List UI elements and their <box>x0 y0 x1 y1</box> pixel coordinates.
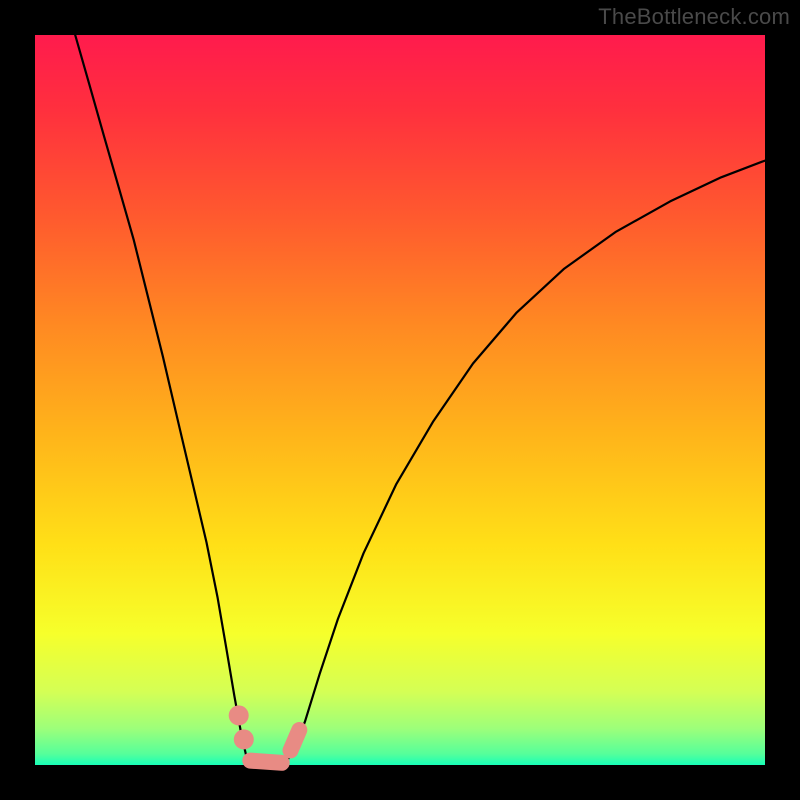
chart-background-gradient <box>35 35 765 765</box>
marker-dot <box>234 729 254 749</box>
bottleneck-chart <box>0 0 800 800</box>
marker-segment <box>291 730 300 750</box>
chart-stage: TheBottleneck.com <box>0 0 800 800</box>
marker-dot <box>229 705 249 725</box>
marker-segment <box>250 761 281 763</box>
watermark-text: TheBottleneck.com <box>598 4 790 30</box>
